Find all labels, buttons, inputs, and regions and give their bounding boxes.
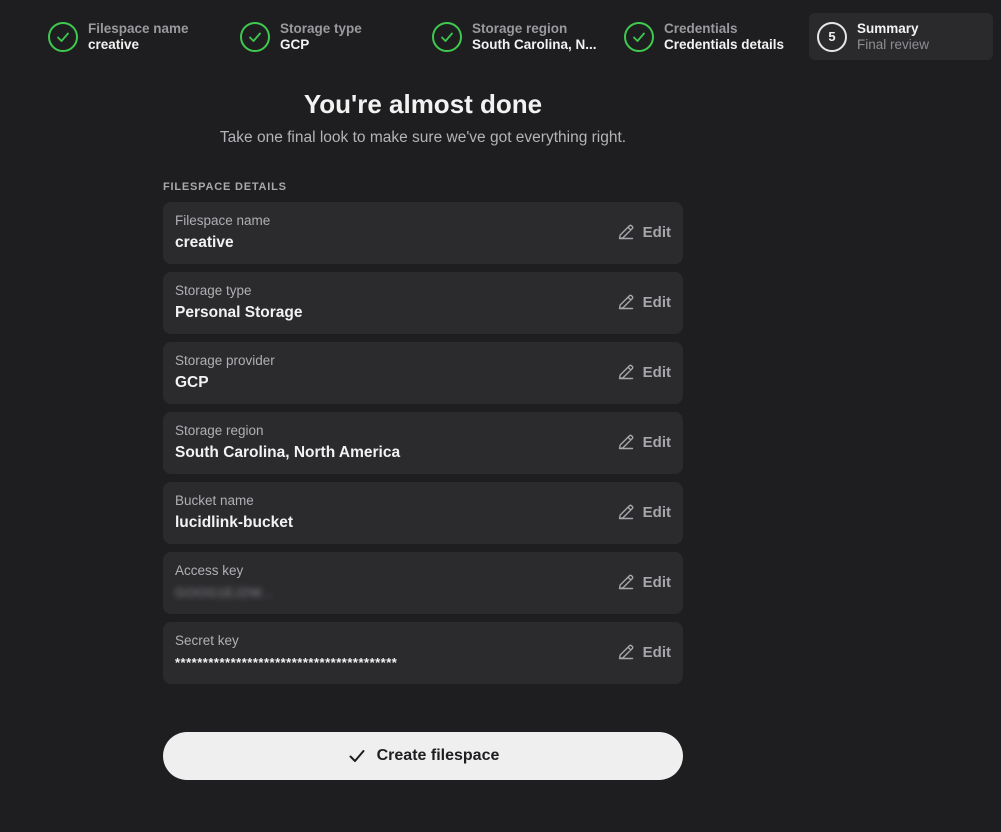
- step-title: Filespace name: [88, 20, 189, 36]
- pencil-icon: [618, 644, 634, 660]
- step-complete-icon: [624, 21, 654, 52]
- step-complete-icon: [432, 21, 462, 52]
- step-complete-icon: [48, 21, 78, 52]
- filespace-details-list: Filespace name creative Edit Storage typ…: [163, 202, 683, 692]
- step-summary[interactable]: 5 Summary Final review: [809, 13, 993, 60]
- edit-button[interactable]: Edit: [617, 503, 671, 521]
- detail-label: Storage region: [175, 423, 264, 438]
- detail-value: GCP: [175, 374, 209, 391]
- detail-label: Access key: [175, 563, 244, 578]
- edit-button[interactable]: Edit: [617, 573, 671, 591]
- detail-card-bucket-name: Bucket name lucidlink-bucket Edit: [163, 482, 683, 544]
- create-filespace-button[interactable]: Create filespace: [163, 732, 683, 780]
- edit-label: Edit: [642, 573, 671, 591]
- edit-label: Edit: [642, 643, 671, 661]
- step-title: Storage region: [472, 20, 568, 36]
- pencil-icon: [618, 294, 634, 310]
- pencil-icon: [618, 504, 634, 520]
- step-subtitle: GCP: [280, 36, 310, 52]
- detail-value: lucidlink-bucket: [175, 514, 293, 531]
- step-title: Summary: [857, 20, 919, 36]
- create-filespace-label: Create filespace: [376, 747, 500, 764]
- page-title: You're almost done: [303, 89, 543, 119]
- step-subtitle: South Carolina, N...: [472, 36, 597, 52]
- detail-label: Filespace name: [175, 213, 271, 228]
- edit-label: Edit: [642, 503, 671, 521]
- detail-value-masked: ****************************************: [175, 655, 398, 670]
- detail-card-access-key: Access key GOOG1EJ2W... Edit: [163, 552, 683, 614]
- detail-label: Bucket name: [175, 493, 254, 508]
- progress-stepper: Filespace name creative Storage type GCP…: [40, 13, 1000, 61]
- edit-label: Edit: [642, 433, 671, 451]
- edit-button[interactable]: Edit: [617, 433, 671, 451]
- edit-button[interactable]: Edit: [617, 363, 671, 381]
- step-number-badge: 5: [817, 21, 847, 52]
- check-icon: [349, 750, 365, 762]
- detail-card-storage-type: Storage type Personal Storage Edit: [163, 272, 683, 334]
- detail-card-storage-provider: Storage provider GCP Edit: [163, 342, 683, 404]
- edit-button[interactable]: Edit: [617, 643, 671, 661]
- pencil-icon: [618, 574, 634, 590]
- edit-button[interactable]: Edit: [617, 223, 671, 241]
- detail-label: Storage type: [175, 283, 252, 298]
- detail-value-redacted: GOOG1EJ2W...: [175, 585, 274, 600]
- section-label: FILESPACE DETAILS: [163, 181, 287, 193]
- step-subtitle: Final review: [857, 36, 930, 52]
- detail-value: creative: [175, 234, 234, 251]
- step-storage-type[interactable]: Storage type GCP: [232, 13, 422, 60]
- edit-label: Edit: [642, 363, 671, 381]
- step-title: Storage type: [280, 20, 362, 36]
- step-complete-icon: [240, 21, 270, 52]
- step-filespace-name[interactable]: Filespace name creative: [40, 13, 230, 60]
- edit-label: Edit: [642, 223, 671, 241]
- detail-value: Personal Storage: [175, 304, 303, 321]
- step-credentials[interactable]: Credentials Credentials details: [616, 13, 806, 60]
- pencil-icon: [618, 364, 634, 380]
- detail-card-storage-region: Storage region South Carolina, North Ame…: [163, 412, 683, 474]
- step-title: Credentials: [664, 20, 738, 36]
- edit-label: Edit: [642, 293, 671, 311]
- detail-label: Secret key: [175, 633, 239, 648]
- step-subtitle: Credentials details: [664, 36, 785, 52]
- step-subtitle: creative: [88, 36, 140, 52]
- edit-button[interactable]: Edit: [617, 293, 671, 311]
- page-subtitle: Take one final look to make sure we've g…: [219, 129, 627, 146]
- detail-value: South Carolina, North America: [175, 444, 401, 461]
- pencil-icon: [618, 434, 634, 450]
- pencil-icon: [618, 224, 634, 240]
- detail-card-filespace-name: Filespace name creative Edit: [163, 202, 683, 264]
- step-storage-region[interactable]: Storage region South Carolina, N...: [424, 13, 602, 60]
- detail-label: Storage provider: [175, 353, 275, 368]
- detail-card-secret-key: Secret key *****************************…: [163, 622, 683, 684]
